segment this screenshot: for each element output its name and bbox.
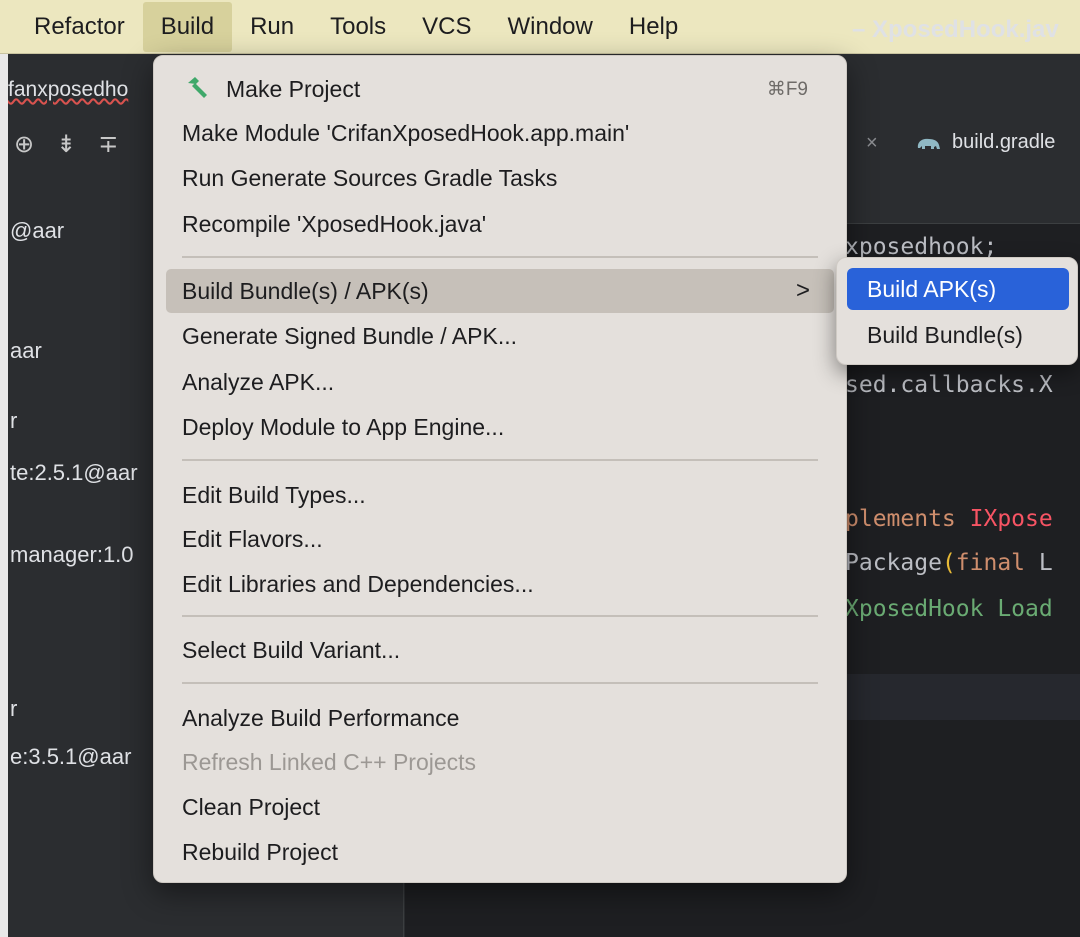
build-bundles-apks-item[interactable]: Build Bundle(s) / APK(s) > (166, 269, 834, 313)
menu-build[interactable]: Build (142, 1, 233, 52)
menu-item-label: Analyze Build Performance (182, 704, 460, 731)
menu-separator (182, 256, 818, 258)
window-title: – XposedHook.jav (852, 16, 1059, 43)
generate-signed-item[interactable]: Generate Signed Bundle / APK... (166, 314, 834, 358)
edit-libraries-item[interactable]: Edit Libraries and Dependencies... (166, 562, 834, 606)
menu-refactor[interactable]: Refactor (0, 2, 143, 52)
clean-project-item[interactable]: Clean Project (166, 785, 834, 829)
menu-item-label: Build Bundle(s) / APK(s) (182, 277, 429, 304)
tree-item[interactable]: r (10, 408, 17, 434)
build-bundles-item[interactable]: Build Bundle(s) (847, 314, 1069, 356)
gradle-icon (917, 138, 940, 149)
build-menu: Make Project ⌘F9 Make Module 'CrifanXpos… (153, 55, 847, 883)
menu-item-label: Edit Build Types... (182, 481, 366, 508)
code-line: XposedHook Load (845, 596, 1053, 622)
window-edge (0, 54, 8, 937)
menu-item-label: Clean Project (182, 793, 321, 820)
menu-item-label: Edit Libraries and Dependencies... (182, 570, 534, 597)
menu-item-label: Analyze APK... (182, 368, 335, 395)
menu-item-label: Generate Signed Bundle / APK... (182, 322, 518, 349)
code-line: plements IXpose (845, 506, 1053, 532)
tree-item[interactable]: r (10, 696, 17, 722)
tab-label: build.gradle (952, 131, 1056, 153)
code-keyword: final (955, 550, 1026, 576)
code-line: sed.callbacks.X (845, 372, 1053, 398)
code-text: sed.callbacks.X (845, 372, 1053, 398)
code-line: Package(final L (845, 550, 1053, 576)
shortcut-label: ⌘F9 (766, 78, 808, 100)
menu-separator (182, 615, 818, 617)
recompile-item[interactable]: Recompile 'XposedHook.java' (166, 202, 834, 246)
run-generate-sources-item[interactable]: Run Generate Sources Gradle Tasks (166, 156, 834, 200)
menu-item-label: Edit Flavors... (182, 525, 323, 552)
code-keyword: plements (845, 506, 956, 532)
tree-item[interactable]: manager:1.0 (10, 542, 134, 568)
code-string: XposedHook Load (845, 596, 1053, 622)
project-toolbar: ⊕ ⇟ ∓ (14, 130, 118, 159)
menu-item-label: Refresh Linked C++ Projects (182, 748, 477, 775)
deploy-module-item[interactable]: Deploy Module to App Engine... (166, 405, 834, 449)
tree-item[interactable]: aar (10, 338, 42, 364)
code-text: Package (845, 550, 942, 576)
tab-build-gradle[interactable]: build.gradle (914, 131, 1055, 154)
menu-item-label: Run Generate Sources Gradle Tasks (182, 164, 558, 191)
hammer-icon (188, 77, 207, 98)
tree-item[interactable]: @aar (10, 218, 64, 244)
collapse-all-icon[interactable]: ∓ (98, 130, 118, 159)
breadcrumb[interactable]: fanxposedho (8, 78, 128, 102)
menu-item-label: Make Module 'CrifanXposedHook.app.main' (182, 119, 630, 146)
tree-item[interactable]: e:3.5.1@aar (10, 744, 131, 770)
menu-separator (182, 459, 818, 461)
rebuild-project-item[interactable]: Rebuild Project (166, 830, 834, 874)
tree-item[interactable]: te:2.5.1@aar (10, 460, 138, 486)
build-bundles-submenu: Build APK(s) Build Bundle(s) (836, 257, 1078, 365)
make-module-item[interactable]: Make Module 'CrifanXposedHook.app.main' (166, 111, 834, 155)
menu-item-label: Deploy Module to App Engine... (182, 413, 505, 440)
menu-item-label: Select Build Variant... (182, 636, 401, 663)
menu-help[interactable]: Help (611, 2, 696, 52)
edit-build-types-item[interactable]: Edit Build Types... (166, 473, 834, 517)
submenu-item-label: Build APK(s) (867, 275, 997, 302)
menu-item-label: Recompile 'XposedHook.java' (182, 210, 487, 237)
code-brace: ( (941, 550, 956, 576)
menu-item-label: Rebuild Project (182, 838, 338, 865)
refresh-linked-cpp-item: Refresh Linked C++ Projects (166, 740, 834, 784)
code-type: IXpose (969, 506, 1053, 532)
build-apks-item[interactable]: Build APK(s) (847, 268, 1069, 310)
menu-separator (182, 682, 818, 684)
make-project-item[interactable]: Make Project ⌘F9 (166, 67, 834, 111)
menu-run[interactable]: Run (232, 2, 312, 52)
submenu-item-label: Build Bundle(s) (867, 321, 1023, 348)
code-text: L (1038, 550, 1053, 576)
menu-tools[interactable]: Tools (312, 2, 404, 52)
analyze-apk-item[interactable]: Analyze APK... (166, 360, 834, 404)
select-build-variant-item[interactable]: Select Build Variant... (166, 628, 834, 672)
menu-window[interactable]: Window (490, 2, 611, 52)
locate-icon[interactable]: ⊕ (14, 130, 34, 159)
current-line-highlight (845, 674, 1080, 720)
submenu-arrow-icon: > (795, 277, 810, 304)
edit-flavors-item[interactable]: Edit Flavors... (166, 517, 834, 561)
expand-all-icon[interactable]: ⇟ (56, 130, 76, 159)
tab-close-icon[interactable]: × (866, 132, 878, 155)
menu-item-label: Make Project (226, 75, 361, 102)
menu-vcs[interactable]: VCS (404, 2, 489, 52)
analyze-build-performance-item[interactable]: Analyze Build Performance (166, 696, 834, 740)
